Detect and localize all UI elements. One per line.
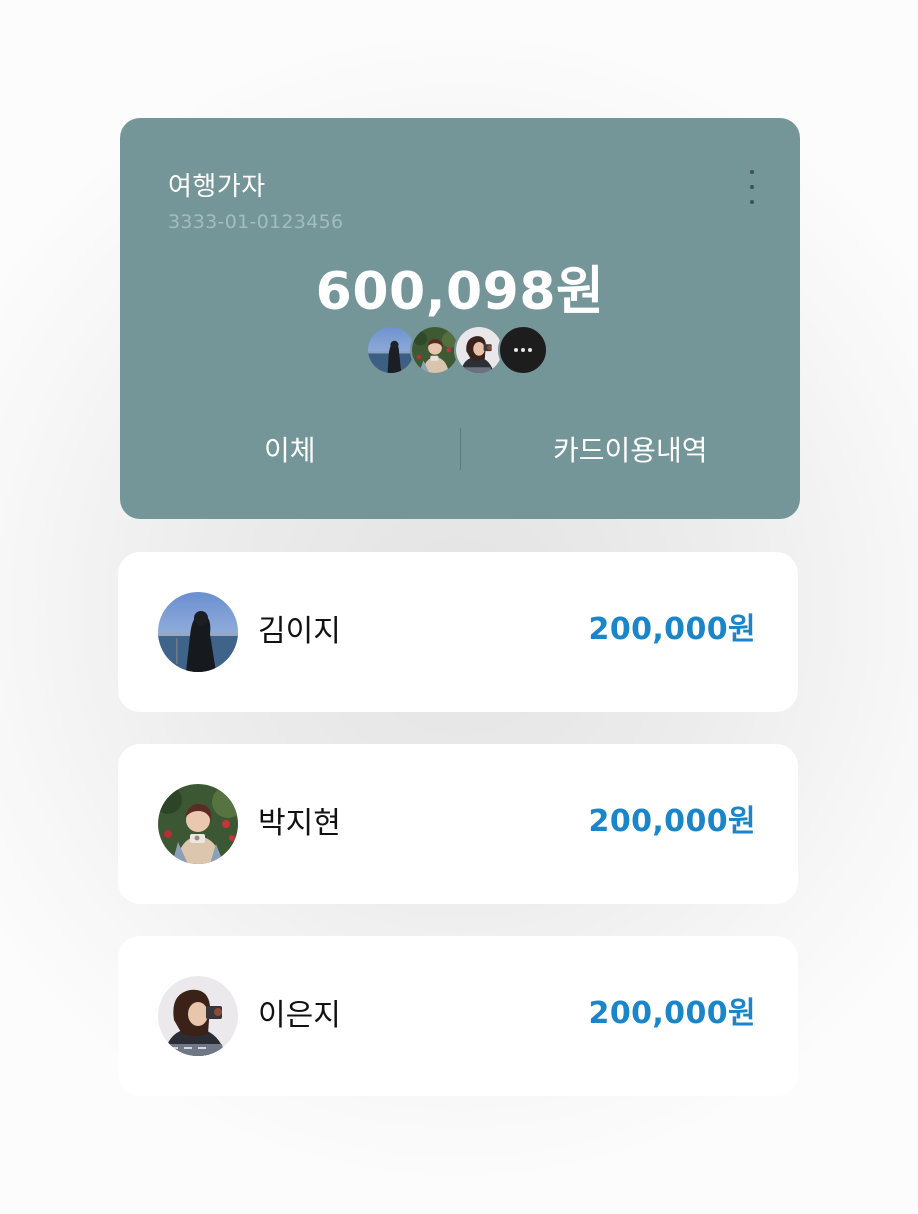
member-amount: 200,000원 xyxy=(588,996,756,1031)
member-avatar-stack[interactable] xyxy=(366,325,548,375)
account-balance: 600,098원 xyxy=(315,262,605,322)
member-amount: 200,000원 xyxy=(588,804,756,839)
member-avatar-photo xyxy=(454,325,504,375)
member-avatar-photo xyxy=(366,325,416,375)
member-avatar xyxy=(158,592,238,672)
account-number: 3333-01-0123456 xyxy=(168,211,344,233)
member-name: 이은지 xyxy=(258,998,341,1033)
member-avatar-photo xyxy=(410,325,460,375)
account-actions: 이체 카드이용내역 xyxy=(120,424,800,474)
member-row[interactable]: 김이지 200,000원 xyxy=(118,552,798,712)
more-options-icon[interactable] xyxy=(738,170,766,204)
member-avatar xyxy=(158,784,238,864)
more-dot xyxy=(750,185,754,189)
member-row[interactable]: 박지현 200,000원 xyxy=(118,744,798,904)
member-row[interactable]: 이은지 200,000원 xyxy=(118,936,798,1096)
more-dot xyxy=(750,200,754,204)
member-name: 박지현 xyxy=(258,806,341,841)
more-members-icon xyxy=(498,325,548,375)
more-dot xyxy=(750,170,754,174)
member-amount: 200,000원 xyxy=(588,612,756,647)
group-account-card[interactable]: 여행가자 3333-01-0123456 600,098원 이체 카드이용내역 xyxy=(120,118,800,519)
card-history-button[interactable]: 카드이용내역 xyxy=(461,424,801,474)
member-avatar xyxy=(158,976,238,1056)
account-name: 여행가자 xyxy=(168,172,266,202)
member-name: 김이지 xyxy=(258,614,341,649)
transfer-button[interactable]: 이체 xyxy=(120,424,460,474)
action-divider xyxy=(460,428,461,470)
